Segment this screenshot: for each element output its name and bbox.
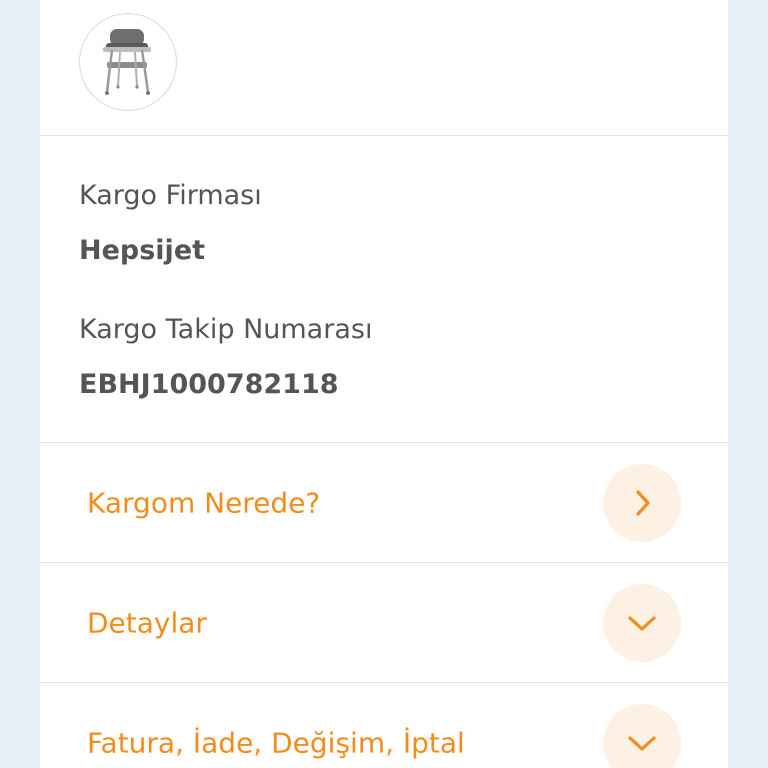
details-label: Detaylar <box>87 606 207 639</box>
chevron-down-icon <box>628 615 656 631</box>
tracking-number-label: Kargo Takip Numarası <box>79 314 373 345</box>
product-thumbnail[interactable] <box>79 13 177 111</box>
details-row[interactable]: Detaylar <box>40 563 728 683</box>
invoice-return-exchange-cancel-row[interactable]: Fatura, İade, Değişim, İptal <box>40 683 728 768</box>
where-is-my-shipment-label: Kargom Nerede? <box>87 486 321 519</box>
carrier-label: Kargo Firması <box>79 180 262 211</box>
carrier-value: Hepsijet <box>79 235 206 266</box>
chevron-right-icon <box>636 489 650 516</box>
invoice-return-exchange-cancel-label: Fatura, İade, Değişim, İptal <box>87 726 465 759</box>
where-is-my-shipment-button[interactable] <box>603 463 681 542</box>
chevron-down-icon <box>628 735 656 751</box>
invoice-return-exchange-cancel-expand-button[interactable] <box>603 703 681 768</box>
shipping-info-section: Kargo Firması Hepsijet Kargo Takip Numar… <box>40 136 728 443</box>
tracking-number-value: EBHJ1000782118 <box>79 369 339 400</box>
details-expand-button[interactable] <box>603 583 681 662</box>
where-is-my-shipment-row[interactable]: Kargom Nerede? <box>40 443 728 563</box>
product-thumbnail-section <box>40 0 728 136</box>
order-detail-card: Kargo Firması Hepsijet Kargo Takip Numar… <box>40 0 728 768</box>
high-chair-image <box>103 29 151 95</box>
